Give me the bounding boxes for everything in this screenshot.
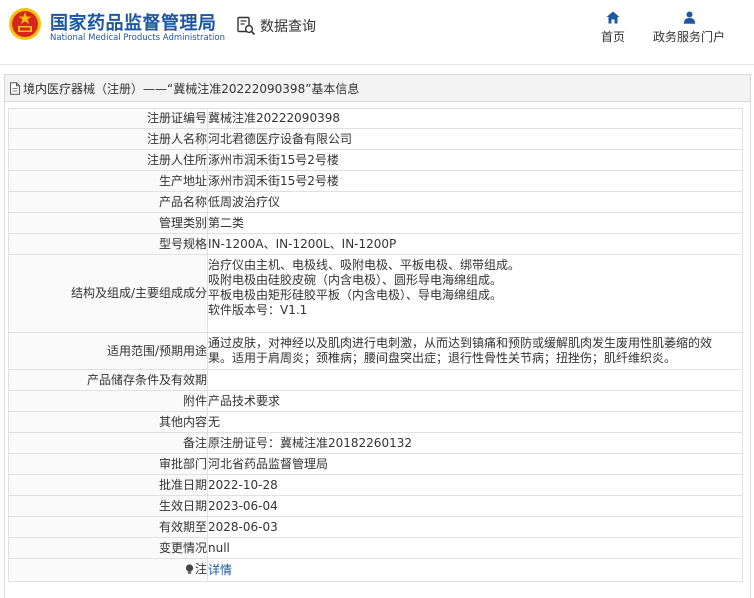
- field-value: IN-1200A、IN-1200L、IN-1200P: [207, 233, 743, 255]
- field-label: 型号规格: [8, 233, 208, 255]
- structure-line: 软件版本号：V1.1: [208, 303, 308, 317]
- table-row: 注册证编号 冀械注准20222090398: [8, 108, 743, 129]
- table-row: 生产地址 涿州市润禾街15号2号楼: [8, 170, 743, 192]
- field-label: 审批部门: [8, 453, 208, 475]
- field-value: null: [207, 537, 743, 559]
- table-row: 有效期至 2028-06-03: [8, 516, 743, 538]
- details-link[interactable]: 详情: [208, 563, 232, 577]
- table-row: 批准日期 2022-10-28: [8, 474, 743, 496]
- table-row: 注 详情: [8, 558, 743, 582]
- person-icon: [683, 11, 695, 24]
- table-row: 产品储存条件及有效期: [8, 369, 743, 391]
- field-label: 产品储存条件及有效期: [8, 369, 208, 391]
- field-label: 注册人名称: [8, 128, 208, 150]
- field-label: 管理类别: [8, 212, 208, 234]
- lightbulb-icon: [185, 563, 194, 574]
- field-label: 注册人住所: [8, 149, 208, 171]
- table-row: 产品名称 低周波治疗仪: [8, 191, 743, 213]
- home-icon: [606, 11, 620, 24]
- field-label: 生效日期: [8, 495, 208, 517]
- field-label: 变更情况: [8, 537, 208, 559]
- field-label: 备注: [8, 432, 208, 454]
- field-label: 产品名称: [8, 191, 208, 213]
- site-header: 国家药品监督管理局 National Medical Products Admi…: [0, 0, 754, 64]
- table-row: 其他内容 无: [8, 411, 743, 433]
- field-label: 生产地址: [8, 170, 208, 192]
- table-row: 管理类别 第二类: [8, 212, 743, 234]
- field-label: 注册证编号: [8, 108, 208, 129]
- field-label: 结构及组成/主要组成成分: [8, 254, 208, 333]
- table-row: 注册人住所 涿州市润禾街15号2号楼: [8, 149, 743, 171]
- field-value: 产品技术要求: [207, 390, 743, 412]
- table-row: 审批部门 河北省药品监督管理局: [8, 453, 743, 475]
- data-query-label: 数据查询: [260, 19, 316, 35]
- table-row: 备注 原注册证号：冀械注准20182260132: [8, 432, 743, 454]
- structure-line: 吸附电极由硅胶皮碗（内含电极）、圆形导电海绵组成。: [208, 273, 503, 287]
- field-value: 2023-06-04: [207, 495, 743, 517]
- field-value: 低周波治疗仪: [207, 191, 743, 213]
- table-row: 生效日期 2023-06-04: [8, 495, 743, 517]
- nav-portal-link[interactable]: 政务服务门户: [648, 11, 730, 45]
- note-label-cell: 注: [8, 558, 208, 582]
- detail-panel: 境内医疗器械（注册）——“冀械注准20222090398”基本信息 注册证编号 …: [4, 74, 751, 598]
- table-row: 结构及组成/主要组成成分 治疗仪由主机、电极线、吸附电极、平板电极、绑带组成。 …: [8, 254, 743, 333]
- usage-line: 果。适用于肩周炎；颈椎病；腰间盘突出症；退行性骨性关节病；扭挫伤；肌纤维织炎。: [208, 351, 677, 365]
- field-value: 河北君德医疗设备有限公司: [207, 128, 743, 150]
- table-row: 注册人名称 河北君德医疗设备有限公司: [8, 128, 743, 150]
- breadcrumb-text: 境内医疗器械（注册）——“冀械注准20222090398”基本信息: [23, 81, 360, 96]
- registration-info-table: 注册证编号 冀械注准20222090398 注册人名称 河北君德医疗设备有限公司…: [8, 108, 743, 582]
- field-value: 涿州市润禾街15号2号楼: [207, 170, 743, 192]
- note-value: 详情: [207, 558, 743, 582]
- field-label: 有效期至: [8, 516, 208, 538]
- field-value: 涿州市润禾街15号2号楼: [207, 149, 743, 171]
- structure-line: 治疗仪由主机、电极线、吸附电极、平板电极、绑带组成。: [208, 258, 521, 272]
- field-value: 冀械注准20222090398: [207, 108, 743, 129]
- table-row: 型号规格 IN-1200A、IN-1200L、IN-1200P: [8, 233, 743, 255]
- data-query-title: 数据查询: [236, 16, 316, 36]
- field-value: 原注册证号：冀械注准20182260132: [207, 432, 743, 454]
- field-value: 2022-10-28: [207, 474, 743, 496]
- field-label: 适用范围/预期用途: [8, 332, 208, 370]
- document-icon: [10, 81, 20, 95]
- field-value: 河北省药品监督管理局: [207, 453, 743, 475]
- field-value: [207, 369, 743, 391]
- usage-line: 通过皮肤，对神经以及肌肉进行电刺激，从而达到镇痛和预防或缓解肌肉发生废用性肌萎缩…: [208, 336, 713, 350]
- field-value: 治疗仪由主机、电极线、吸附电极、平板电极、绑带组成。 吸附电极由硅胶皮碗（内含电…: [207, 254, 743, 333]
- national-emblem-icon[interactable]: [8, 7, 42, 41]
- table-row: 附件 产品技术要求: [8, 390, 743, 412]
- site-name-en[interactable]: National Medical Products Administration: [50, 33, 225, 43]
- field-label: 批准日期: [8, 474, 208, 496]
- header-divider: [0, 64, 754, 65]
- field-label: 其他内容: [8, 411, 208, 433]
- field-label: 附件: [8, 390, 208, 412]
- nav-home-link[interactable]: 首页: [597, 11, 629, 45]
- field-value: 2028-06-03: [207, 516, 743, 538]
- note-label-text: 注: [194, 561, 207, 576]
- field-value: 通过皮肤，对神经以及肌肉进行电刺激，从而达到镇痛和预防或缓解肌肉发生废用性肌萎缩…: [207, 332, 743, 370]
- note-label: 注: [185, 562, 207, 577]
- table-row: 适用范围/预期用途 通过皮肤，对神经以及肌肉进行电刺激，从而达到镇痛和预防或缓解…: [8, 332, 743, 370]
- field-value: 第二类: [207, 212, 743, 234]
- nav-portal-label[interactable]: 政务服务门户: [653, 28, 725, 45]
- table-row: 变更情况 null: [8, 537, 743, 559]
- nav-home-label[interactable]: 首页: [601, 28, 625, 45]
- field-value: 无: [207, 411, 743, 433]
- structure-line: 平板电极由矩形硅胶平板（内含电极）、导电海绵组成。: [208, 288, 503, 302]
- breadcrumb: 境内医疗器械（注册）——“冀械注准20222090398”基本信息: [5, 75, 750, 102]
- site-name-cn[interactable]: 国家药品监督管理局: [50, 9, 217, 35]
- document-search-icon: [237, 16, 256, 36]
